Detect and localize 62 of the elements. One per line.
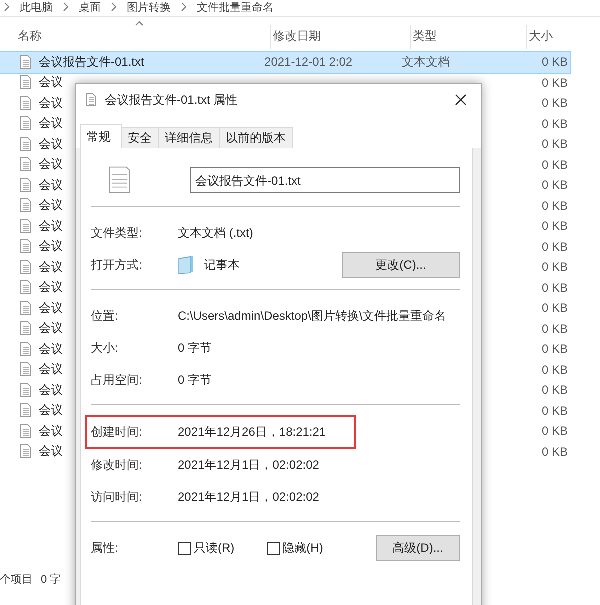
property-label: 创建时间:: [91, 424, 144, 440]
property-label: 位置:: [91, 308, 120, 324]
file-size: 0 KB: [542, 178, 568, 192]
file-size: 0 KB: [542, 198, 568, 213]
file-name: 会议: [39, 197, 63, 214]
file-size: 0 KB: [542, 158, 568, 172]
app-name: 记事本: [204, 256, 240, 274]
file-name: 会议: [39, 156, 63, 174]
file-size: 0 KB: [542, 404, 568, 418]
file-name: 会议: [39, 279, 63, 296]
file-size: 0 KB: [542, 383, 568, 398]
property-value: 2021年12月1日，02:02:02: [178, 456, 320, 474]
file-name: 会议: [39, 136, 63, 153]
file-size: 0 KB: [542, 322, 568, 336]
file-type: 文本文档: [402, 54, 450, 71]
property-label: 文件类型:: [91, 224, 144, 242]
file-size: 0 KB: [542, 55, 568, 70]
property-label: 大小:: [91, 340, 120, 356]
file-size: 0 KB: [542, 76, 568, 90]
file-name: 会议报告文件-01.txt: [39, 54, 144, 71]
file-size: 0 KB: [542, 260, 568, 274]
file-size: 0 KB: [542, 280, 568, 295]
file-size: 0 KB: [542, 116, 568, 131]
file-name: 会议: [39, 422, 63, 440]
file-size: 0 KB: [542, 342, 568, 356]
file-name: 会议: [39, 382, 63, 399]
file-size: 0 KB: [542, 444, 568, 459]
modified-date: 2021-12-01 2:02: [264, 55, 353, 70]
file-name: 会议: [39, 238, 63, 256]
status-text: 0 字: [41, 572, 62, 587]
file-size: 0 KB: [542, 424, 568, 438]
property-value: 文本文档 (.txt): [178, 224, 254, 242]
status-text: 个项目: [0, 573, 33, 587]
file-name: 会议: [39, 115, 63, 132]
property-value: 0 字节: [178, 340, 212, 356]
file-name: 会议: [39, 443, 63, 460]
property-label: 属性:: [91, 540, 120, 556]
property-value: 0 字节: [178, 372, 212, 388]
property-value: C:\Users\admin\Desktop\图片转换\文件批量重命名: [178, 308, 447, 324]
file-name: 会议: [39, 402, 63, 420]
file-size: 0 KB: [542, 137, 568, 152]
file-name: 会议: [39, 74, 63, 92]
property-label: 打开方式:: [91, 256, 144, 274]
file-name: 会议: [39, 218, 63, 235]
file-name: 会议: [39, 94, 63, 112]
file-size: 0 KB: [542, 240, 568, 254]
file-size: 0 KB: [542, 301, 568, 316]
file-size: 0 KB: [542, 96, 568, 110]
file-size: 0 KB: [542, 219, 568, 234]
file-name: 会议: [39, 361, 63, 378]
file-name: 会议: [39, 176, 63, 194]
window-title: 会议报告文件-01.txt 属性: [105, 92, 239, 108]
file-name: 会议: [39, 320, 63, 338]
property-label: 访问时间:: [91, 488, 144, 506]
file-size: 0 KB: [542, 362, 568, 377]
file-name: 会议: [39, 300, 63, 317]
property-value: 2021年12月1日，02:02:02: [178, 488, 320, 506]
file-name: 会议: [39, 340, 63, 358]
property-label: 占用空间:: [91, 372, 144, 388]
file-name: 会议: [39, 258, 63, 276]
property-label: 修改时间:: [91, 456, 144, 474]
property-value: 2021年12月26日，18:21:21: [178, 424, 326, 440]
